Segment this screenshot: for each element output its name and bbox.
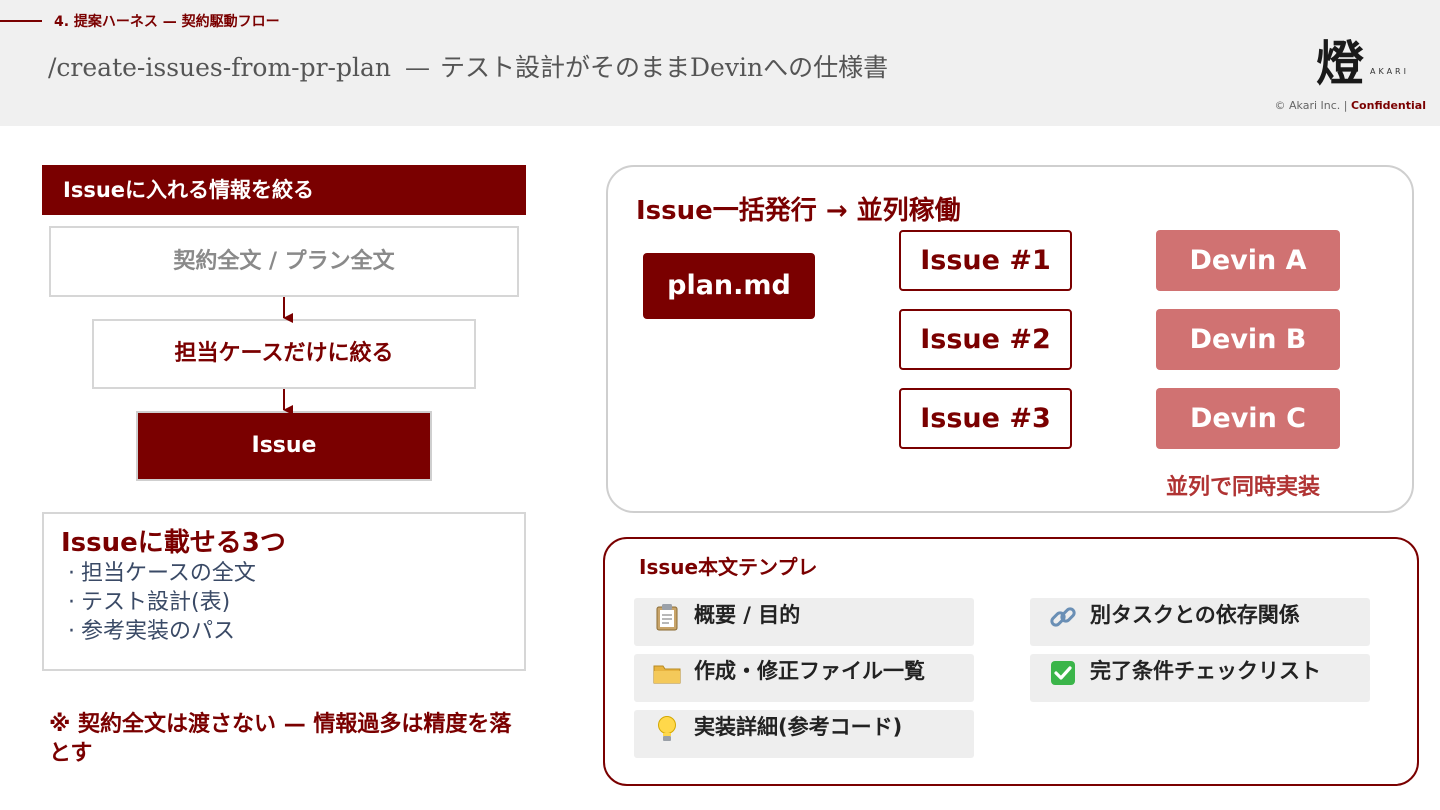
template-item-files: 作成・修正ファイル一覧 bbox=[634, 654, 974, 702]
issue-contents-list: · 担当ケースの全文 · テスト設計(表) · 参考実装のパス bbox=[68, 559, 256, 646]
copyright-prefix: © Akari Inc. | bbox=[1274, 99, 1351, 112]
title-command: /create-issues-from-pr-plan bbox=[48, 53, 392, 82]
lightbulb-icon bbox=[650, 712, 684, 746]
issue-1-box: Issue #1 bbox=[899, 230, 1072, 291]
caution-note: ※ 契約全文は渡さない — 情報過多は精度を落とす bbox=[49, 712, 512, 766]
title-separator: — bbox=[405, 53, 431, 82]
list-item-text: 参考実装のパス bbox=[81, 619, 236, 644]
logo-glyph: 燈 bbox=[1316, 36, 1364, 88]
section-header: Issueに入れる情報を絞る bbox=[42, 165, 526, 215]
step-filter-cases: 担当ケースだけに絞る bbox=[92, 319, 476, 389]
title-text: テスト設計がそのままDevinへの仕様書 bbox=[440, 53, 889, 82]
link-icon bbox=[1046, 600, 1080, 634]
template-item-checklist: 完了条件チェックリスト bbox=[1030, 654, 1370, 702]
folder-icon bbox=[650, 656, 684, 690]
list-item-text: 担当ケースの全文 bbox=[81, 561, 256, 586]
page-title: /create-issues-from-pr-plan — テスト設計がそのままDe… bbox=[48, 48, 888, 84]
issue-contents-box: Issueに載せる3つ · 担当ケースの全文 · テスト設計(表) · 参考実装のパス bbox=[42, 512, 526, 671]
plan-md-box: plan.md bbox=[643, 253, 815, 319]
issue-flow-title: Issue一括発行 → 並列稼働 bbox=[636, 196, 961, 226]
list-item: · テスト設計(表) bbox=[68, 588, 256, 617]
step-full-contract: 契約全文 / プラン全文 bbox=[49, 226, 519, 297]
devin-b-box: Devin B bbox=[1156, 309, 1340, 370]
logo-subtext: AKARI bbox=[1370, 67, 1406, 76]
confidential-label: Confidential bbox=[1350, 99, 1426, 112]
parallel-note: 並列で同時実装 bbox=[1166, 475, 1321, 500]
bullet: · bbox=[68, 619, 75, 644]
bullet: · bbox=[68, 590, 75, 615]
slide-header: 4. 提案ハーネス — 契約駆動フロー /create-issues-from-… bbox=[0, 0, 1440, 126]
section-label: 4. 提案ハーネス — 契約駆動フロー bbox=[54, 14, 280, 30]
copyright: © Akari Inc. | Confidential bbox=[1275, 99, 1427, 112]
issue-contents-title: Issueに載せる3つ bbox=[61, 528, 286, 558]
clipboard-icon bbox=[650, 600, 684, 634]
devin-a-box: Devin A bbox=[1156, 230, 1340, 291]
template-item-implementation: 実装詳細(参考コード) bbox=[634, 710, 974, 758]
devin-c-box: Devin C bbox=[1156, 388, 1340, 449]
company-logo: 燈 AKARI bbox=[1314, 34, 1406, 92]
list-item: · 参考実装のパス bbox=[68, 617, 256, 646]
issue-2-box: Issue #2 bbox=[899, 309, 1072, 370]
template-item-label: 完了条件チェックリスト bbox=[1090, 659, 1321, 683]
template-item-label: 別タスクとの依存関係 bbox=[1090, 603, 1300, 627]
list-item: · 担当ケースの全文 bbox=[68, 559, 256, 588]
template-item-label: 作成・修正ファイル一覧 bbox=[694, 659, 925, 683]
template-item-overview: 概要 / 目的 bbox=[634, 598, 974, 646]
template-item-dependencies: 別タスクとの依存関係 bbox=[1030, 598, 1370, 646]
checkmark-icon bbox=[1046, 656, 1080, 690]
section-rule bbox=[0, 20, 42, 22]
issue-3-box: Issue #3 bbox=[899, 388, 1072, 449]
template-item-label: 概要 / 目的 bbox=[694, 603, 801, 627]
issue-template-title: Issue本文テンプレ bbox=[639, 555, 818, 579]
list-item-text: テスト設計(表) bbox=[81, 590, 231, 615]
template-item-label: 実装詳細(参考コード) bbox=[694, 715, 903, 739]
step-issue: Issue bbox=[136, 411, 432, 481]
bullet: · bbox=[68, 561, 75, 586]
